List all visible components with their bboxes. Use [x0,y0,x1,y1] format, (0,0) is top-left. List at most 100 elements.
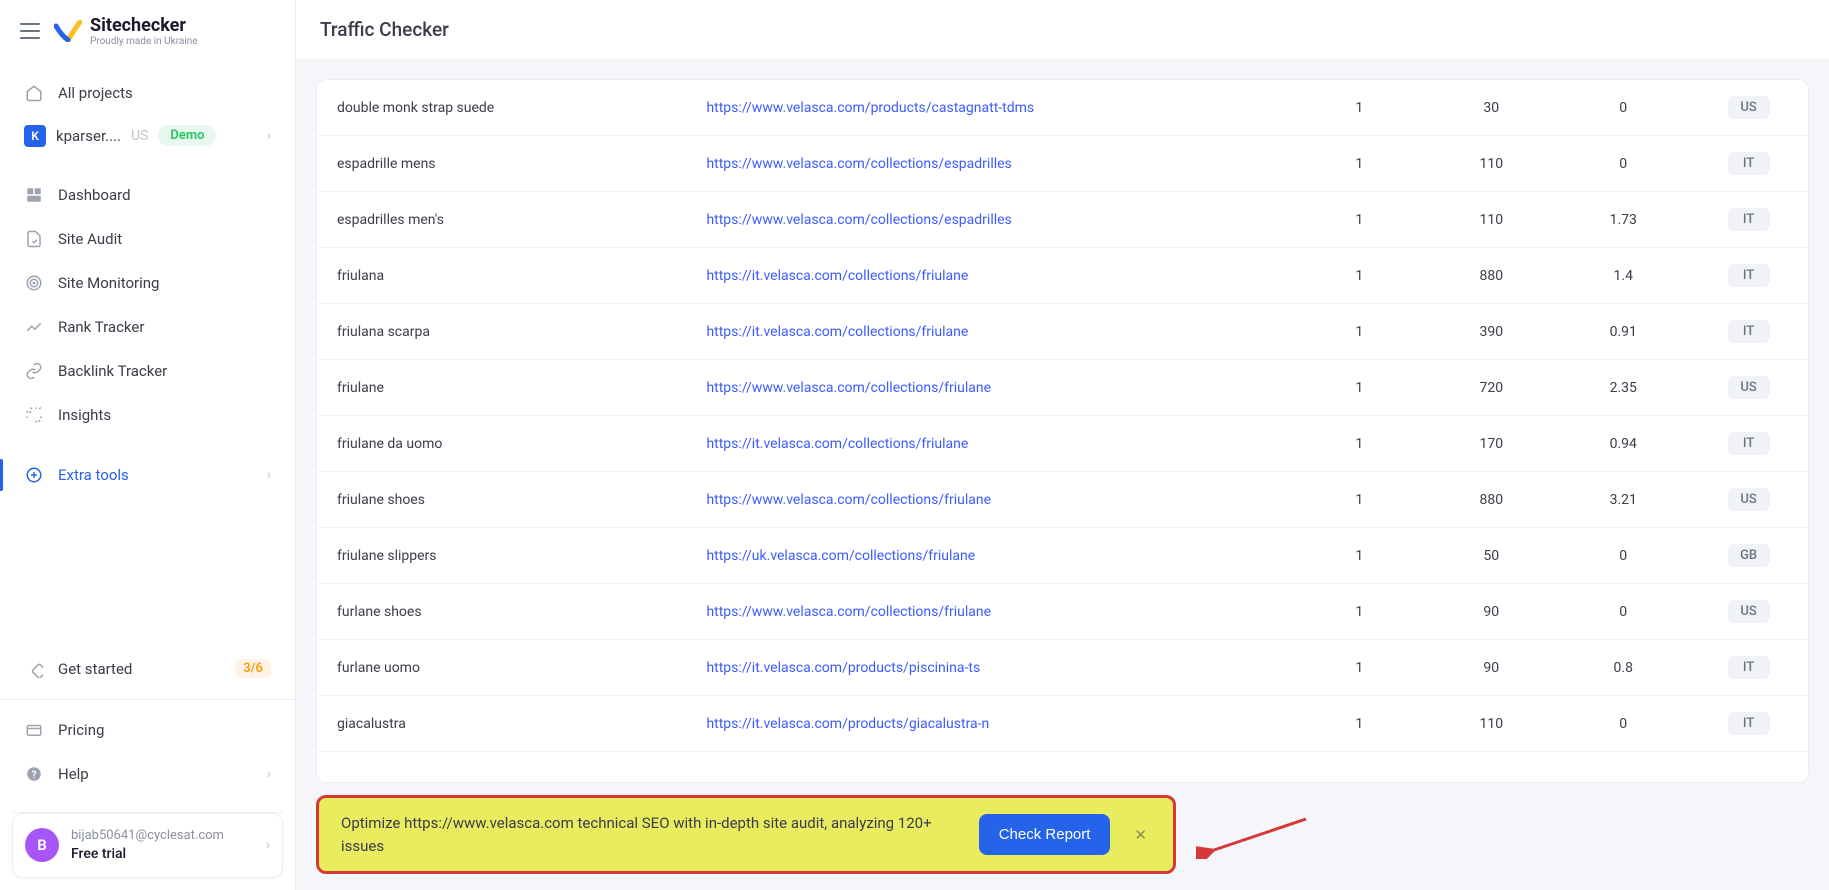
banner-text: Optimize https://www.velasca.com technic… [341,812,959,857]
keyword-url-link[interactable]: https://www.velasca.com/collections/espa… [706,212,1011,228]
cell-url: https://www.velasca.com/collections/friu… [686,584,1293,640]
cell-position: 1 [1293,248,1425,304]
keyword-url-link[interactable]: https://it.velasca.com/products/giacalus… [706,716,989,732]
promo-banner: Optimize https://www.velasca.com technic… [316,795,1176,874]
sidebar-item-help[interactable]: ? Help › [0,752,295,796]
chevron-right-icon: › [266,837,270,853]
table-row: furlane uomohttps://it.velasca.com/produ… [317,640,1808,696]
keyword-url-link[interactable]: https://it.velasca.com/collections/friul… [706,268,968,284]
project-badge: K [24,125,46,147]
cell-url: https://uk.velasca.com/collections/friul… [686,528,1293,584]
cell-volume: 90 [1425,640,1557,696]
country-badge: IT [1728,320,1770,343]
keyword-url-link[interactable]: https://www.velasca.com/collections/friu… [706,492,991,508]
sidebar-item-label: Site Monitoring [58,274,159,292]
keyword-url-link[interactable]: https://it.velasca.com/collections/friul… [706,436,968,452]
progress-badge: 3/6 [235,659,271,678]
cell-keyword: double monk strap suede [317,80,686,136]
cell-position: 1 [1293,192,1425,248]
demo-badge: Demo [158,125,216,146]
cell-country: US [1689,360,1808,416]
sidebar-item-dashboard[interactable]: Dashboard [0,173,295,217]
sidebar-item-label: Rank Tracker [58,318,144,336]
table-row: giacalustrahttps://it.velasca.com/produc… [317,696,1808,752]
annotation-arrow-icon [1196,809,1316,859]
cell-position: 1 [1293,80,1425,136]
cell-country: IT [1689,136,1808,192]
sidebar-header: Sitechecker Proudly made in Ukraine [0,0,295,63]
sidebar-project-row[interactable]: K kparser.... US Demo › [0,115,295,157]
sidebar-item-extra-tools[interactable]: Extra tools › [0,453,295,497]
table-row: espadrille mens https://www.velasca.com/c… [317,136,1808,192]
sidebar-item-backlink-tracker[interactable]: Backlink Tracker [0,349,295,393]
sidebar-item-label: Backlink Tracker [58,362,167,380]
keyword-url-link[interactable]: https://uk.velasca.com/collections/friul… [706,548,975,564]
country-badge: IT [1728,712,1770,735]
cell-country: IT [1689,416,1808,472]
cell-value: 0 [1557,80,1689,136]
cell-position: 1 [1293,584,1425,640]
sidebar-item-all-projects[interactable]: All projects [0,71,295,115]
keyword-url-link[interactable]: https://it.velasca.com/collections/friul… [706,324,968,340]
user-plan: Free trial [71,845,254,863]
logo-icon [54,20,82,42]
cell-value: 0.8 [1557,640,1689,696]
keyword-url-link[interactable]: https://www.velasca.com/collections/friu… [706,380,991,396]
svg-text:?: ? [32,770,37,781]
cell-position: 1 [1293,136,1425,192]
sidebar-item-insights[interactable]: Insights [0,393,295,437]
country-badge: IT [1728,208,1770,231]
cell-volume: 720 [1425,360,1557,416]
cell-url: https://it.velasca.com/collections/friul… [686,416,1293,472]
cell-position: 1 [1293,640,1425,696]
cell-keyword: espadrille mens [317,136,686,192]
sidebar-item-get-started[interactable]: Get started 3/6 [0,647,295,691]
close-icon[interactable]: ✕ [1130,822,1151,848]
cell-url: https://it.velasca.com/products/giacalus… [686,696,1293,752]
country-badge: GB [1728,544,1770,567]
home-icon [24,83,44,103]
sidebar-item-pricing[interactable]: Pricing [0,708,295,752]
cell-position: 1 [1293,416,1425,472]
keyword-url-link[interactable]: https://www.velasca.com/products/castagn… [706,100,1034,116]
cell-value: 3.21 [1557,472,1689,528]
diamond-icon [24,659,44,679]
cell-volume: 110 [1425,696,1557,752]
cell-keyword: friulane slippers [317,528,686,584]
keyword-url-link[interactable]: https://it.velasca.com/products/piscinin… [706,660,980,676]
project-name: kparser.... [56,127,121,145]
user-account-card[interactable]: B bijab50641@cyclesat.com Free trial › [12,813,283,878]
table-row: friulana scarpahttps://it.velasca.com/co… [317,304,1808,360]
cell-volume: 30 [1425,80,1557,136]
cell-value: 0.91 [1557,304,1689,360]
chevron-right-icon: › [267,766,271,782]
brand-subtitle: Proudly made in Ukraine [90,36,198,47]
cell-volume: 390 [1425,304,1557,360]
cell-keyword: friulana [317,248,686,304]
keyword-url-link[interactable]: https://www.velasca.com/collections/friu… [706,604,991,620]
cell-keyword: espadrilles men's [317,192,686,248]
cell-keyword: furlane shoes [317,584,686,640]
cell-country: US [1689,472,1808,528]
country-badge: US [1728,376,1770,399]
table-row: friulane slippers https://uk.velasca.com/… [317,528,1808,584]
cell-url: https://www.velasca.com/collections/friu… [686,360,1293,416]
sidebar-item-label: Insights [58,406,111,424]
country-badge: IT [1728,152,1770,175]
brand-logo[interactable]: Sitechecker Proudly made in Ukraine [54,16,198,47]
audit-icon [24,229,44,249]
sidebar-item-site-audit[interactable]: Site Audit [0,217,295,261]
cell-country: IT [1689,696,1808,752]
cell-value: 0 [1557,528,1689,584]
menu-toggle-button[interactable] [20,23,40,39]
rank-icon [24,317,44,337]
check-report-button[interactable]: Check Report [979,814,1111,855]
sidebar-item-rank-tracker[interactable]: Rank Tracker [0,305,295,349]
sidebar-item-site-monitoring[interactable]: Site Monitoring [0,261,295,305]
sidebar-item-label: Dashboard [58,186,131,204]
country-badge: US [1728,488,1770,511]
sidebar-item-label: Site Audit [58,230,122,248]
sidebar-item-label: Pricing [58,721,104,739]
keyword-url-link[interactable]: https://www.velasca.com/collections/espa… [706,156,1011,172]
table-row: espadrilles men's https://www.velasca.com… [317,192,1808,248]
